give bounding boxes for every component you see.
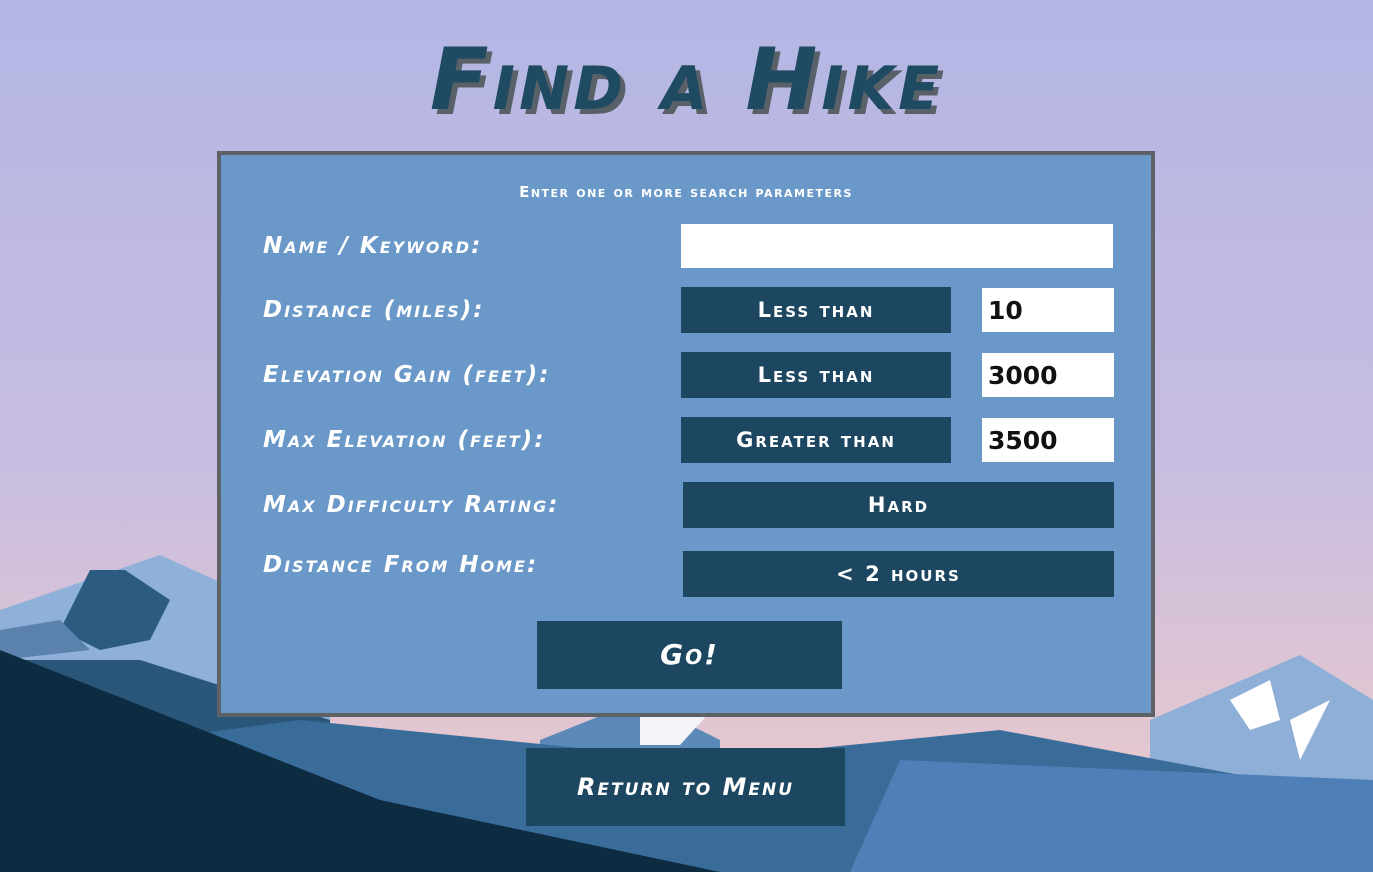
elevation-gain-value-input[interactable] [982, 353, 1114, 397]
max-elevation-label: Max Elevation (feet): [263, 427, 546, 453]
return-to-menu-button[interactable]: Return to Menu [526, 748, 845, 826]
name-keyword-label: Name / Keyword: [263, 233, 483, 259]
elevation-gain-comparator-select[interactable]: Less than [681, 352, 951, 398]
max-elevation-comparator-select[interactable]: Greater than [681, 417, 951, 463]
max-difficulty-select[interactable]: Hard [683, 482, 1114, 528]
go-button[interactable]: Go! [537, 621, 842, 689]
max-elevation-value-input[interactable] [982, 418, 1114, 462]
elevation-gain-label: Elevation Gain (feet): [263, 362, 551, 388]
search-panel: Enter one or more search parameters Name… [217, 151, 1155, 717]
name-keyword-input[interactable] [681, 224, 1113, 268]
distance-from-home-label: Distance From Home: [263, 552, 539, 578]
distance-from-home-select[interactable]: < 2 hours [683, 551, 1114, 597]
distance-comparator-select[interactable]: Less than [681, 287, 951, 333]
page-title: Find a Hike [429, 30, 944, 130]
form-subtitle: Enter one or more search parameters [519, 183, 853, 201]
max-difficulty-label: Max Difficulty Rating: [263, 492, 560, 518]
distance-label: Distance (miles): [263, 297, 485, 323]
distance-value-input[interactable] [982, 288, 1114, 332]
